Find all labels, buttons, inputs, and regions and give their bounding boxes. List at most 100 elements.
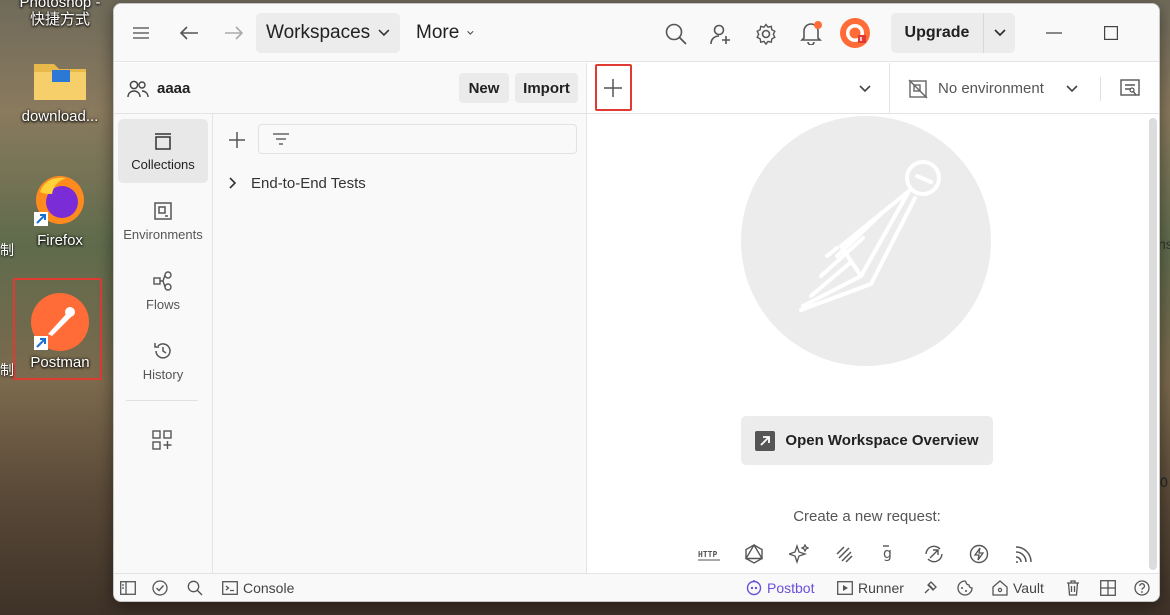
add-apps-icon: [152, 430, 172, 450]
invite-button[interactable]: [707, 20, 735, 48]
main-scrollbar[interactable]: [1149, 118, 1157, 570]
hamburger-icon: [133, 27, 149, 39]
folder-icon: [34, 64, 86, 100]
open-external-icon: [755, 430, 776, 451]
upgrade-label: Upgrade: [904, 24, 970, 41]
postbot-label: Postbot: [767, 580, 815, 596]
forward-button[interactable]: [221, 20, 247, 46]
postman-window: Workspaces More Upgrade aaaa New Import …: [113, 3, 1160, 602]
request-type-ai[interactable]: [787, 542, 811, 566]
tabbar-divider: [1100, 77, 1101, 101]
request-type-grpc[interactable]: [832, 542, 856, 566]
chevron-down-icon: [378, 29, 390, 37]
runner-button[interactable]: Runner: [837, 574, 904, 601]
desktop-icon-photoshop[interactable]: Photoshop - 快捷方式: [10, 0, 110, 28]
new-button[interactable]: New: [459, 73, 509, 103]
trash-button[interactable]: [1066, 574, 1080, 601]
tab-bar: No environment: [587, 63, 1159, 114]
vault-icon: [992, 580, 1008, 596]
upgrade-button[interactable]: Upgrade: [891, 13, 983, 53]
sidebar-item-label: History: [142, 366, 184, 382]
new-tab-highlight: [595, 64, 632, 111]
capture-requests-button[interactable]: [922, 574, 938, 601]
request-type-graphql[interactable]: [742, 542, 766, 566]
help-icon: [1134, 580, 1150, 596]
search-icon: [665, 23, 687, 45]
back-button[interactable]: [176, 20, 202, 46]
sync-status-button[interactable]: [152, 574, 168, 601]
maximize-icon: [1104, 26, 1118, 40]
import-button[interactable]: Import: [515, 73, 578, 103]
environment-label: No environment: [938, 80, 1044, 97]
list-item[interactable]: End-to-End Tests: [229, 172, 366, 194]
hamburger-menu-button[interactable]: [128, 20, 154, 46]
sidebar-divider: [126, 400, 198, 401]
new-label: New: [468, 79, 500, 97]
request-type-broadcast[interactable]: [1012, 542, 1036, 566]
sidebar-item-label: Environments: [123, 226, 203, 242]
desktop-icon-firefox[interactable]: Firefox: [10, 172, 110, 249]
sidebar-item-environments[interactable]: Environments: [118, 189, 208, 253]
vault-button[interactable]: Vault: [992, 574, 1044, 601]
sidebar-item-collections[interactable]: Collections: [118, 119, 208, 183]
chevron-down-icon: [467, 31, 474, 35]
sidebar-item-flows[interactable]: Flows: [118, 259, 208, 323]
minimize-button[interactable]: [1032, 18, 1076, 48]
help-button[interactable]: [1134, 574, 1150, 601]
upgrade-dropdown-button[interactable]: [983, 13, 1015, 53]
filter-input[interactable]: [258, 124, 577, 154]
desktop-icon-downloads[interactable]: download...: [10, 56, 110, 125]
tabs-overflow-button[interactable]: [853, 77, 877, 101]
postbot-button[interactable]: Postbot: [746, 574, 815, 601]
account-avatar[interactable]: [838, 16, 872, 50]
request-type-socketio[interactable]: [922, 542, 946, 566]
trash-icon: [1067, 580, 1079, 596]
sidebar-item-label: Flows: [146, 296, 180, 312]
grpc-icon: [836, 546, 853, 563]
runner-label: Runner: [858, 580, 904, 596]
create-collection-button[interactable]: [226, 129, 248, 151]
title-bar: Workspaces More Upgrade: [114, 4, 1159, 62]
history-icon: [154, 342, 171, 359]
collection-name: End-to-End Tests: [251, 174, 366, 192]
vault-label: Vault: [1013, 580, 1044, 596]
avatar-icon: [840, 18, 870, 48]
desktop-icon-label: download...: [21, 108, 99, 125]
sidebar-item-history[interactable]: History: [118, 329, 208, 393]
cookie-icon: [957, 580, 973, 596]
workspace-header: aaaa New Import: [114, 63, 587, 114]
plus-icon: [229, 132, 245, 148]
request-types: HTTP g: [697, 542, 1037, 566]
notifications-button[interactable]: [797, 18, 825, 48]
console-label: Console: [243, 580, 295, 596]
configure-sidebar-button[interactable]: [148, 426, 176, 454]
open-workspace-overview-button[interactable]: Open Workspace Overview: [741, 416, 993, 465]
postman-astronaut-illustration: [741, 116, 991, 366]
search-button[interactable]: [662, 20, 690, 48]
environment-selector[interactable]: No environment: [889, 63, 1089, 114]
more-dropdown[interactable]: More: [406, 13, 484, 53]
sidebar: Collections Environments Flows History: [114, 114, 213, 574]
request-type-websocket[interactable]: g: [877, 542, 901, 566]
workspaces-dropdown[interactable]: Workspaces: [256, 13, 400, 53]
request-type-mqtt[interactable]: [967, 542, 991, 566]
overview-button-label: Open Workspace Overview: [785, 432, 979, 449]
desktop-icon-label: Firefox: [37, 232, 83, 249]
layout-icon: [1100, 580, 1116, 596]
console-button[interactable]: Console: [222, 574, 295, 601]
sidebar-toggle-icon: [120, 581, 136, 595]
request-type-http[interactable]: HTTP: [697, 542, 721, 566]
maximize-button[interactable]: [1089, 18, 1133, 48]
mqtt-icon: [969, 544, 989, 564]
status-bar: Console Postbot Runner Vault: [114, 573, 1159, 601]
settings-button[interactable]: [752, 20, 780, 48]
broadcast-icon: [1015, 546, 1032, 563]
environment-quick-look-button[interactable]: [1117, 76, 1143, 102]
two-pane-view-button[interactable]: [1100, 574, 1116, 601]
bell-icon: [800, 21, 822, 45]
import-label: Import: [523, 79, 570, 97]
toggle-sidebar-button[interactable]: [120, 574, 136, 601]
workspace-name: aaaa: [157, 80, 191, 97]
cookies-button[interactable]: [957, 574, 973, 601]
find-replace-button[interactable]: [187, 574, 203, 601]
